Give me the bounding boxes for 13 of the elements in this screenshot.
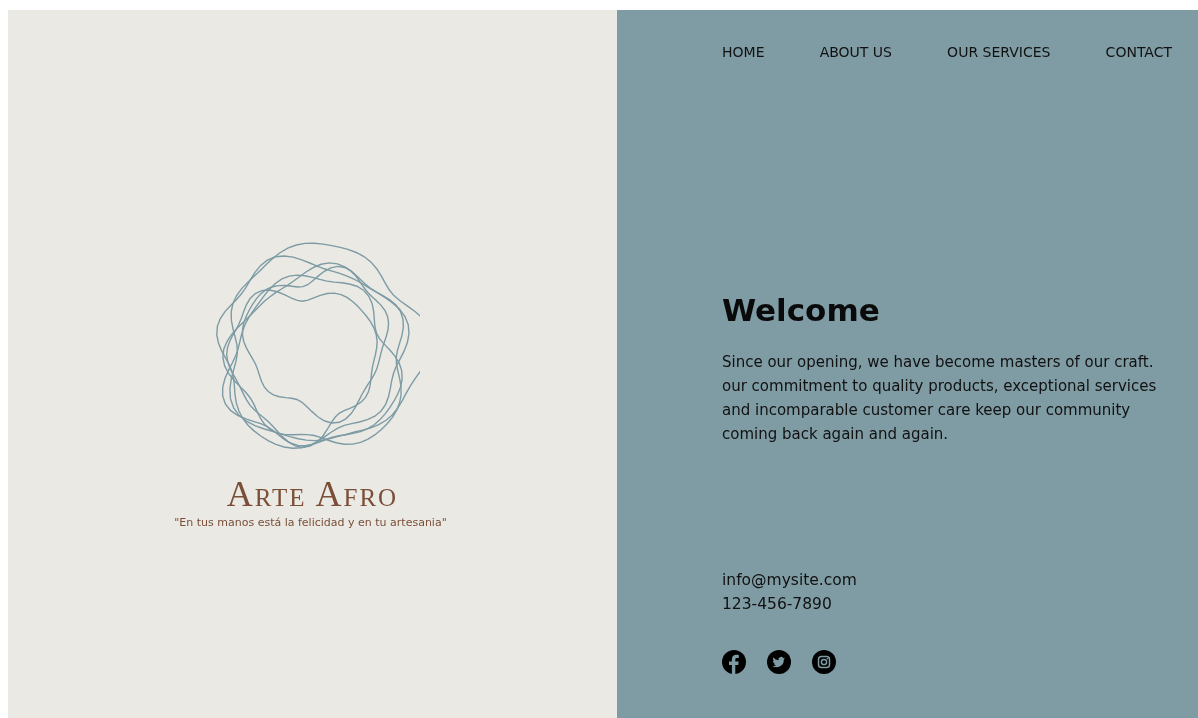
nav-link[interactable]: ABOUT US xyxy=(819,44,892,60)
f-circle-icon[interactable] xyxy=(722,650,746,674)
phone-text: 123-456-7890 xyxy=(722,594,833,615)
email-text: info@mysite.com xyxy=(722,570,858,591)
brand-name: Arte Afro xyxy=(226,474,399,514)
welcome-heading: Welcome xyxy=(722,291,881,330)
camera-icon[interactable] xyxy=(812,650,836,674)
brand-tagline: "En tus manos está la felicidad y en tu artesania" xyxy=(174,516,447,529)
nav-link[interactable]: CONTACT xyxy=(1105,44,1172,60)
welcome-text: Since our opening, we have become masters of our craft. our commitment to quality products, exceptional services and incomparable customer care keep our community coming back again and again. xyxy=(722,352,1158,445)
nav-link[interactable]: HOME xyxy=(722,44,765,60)
bird-icon[interactable] xyxy=(767,650,791,674)
nav-link[interactable]: OUR SERVICES xyxy=(947,44,1051,60)
